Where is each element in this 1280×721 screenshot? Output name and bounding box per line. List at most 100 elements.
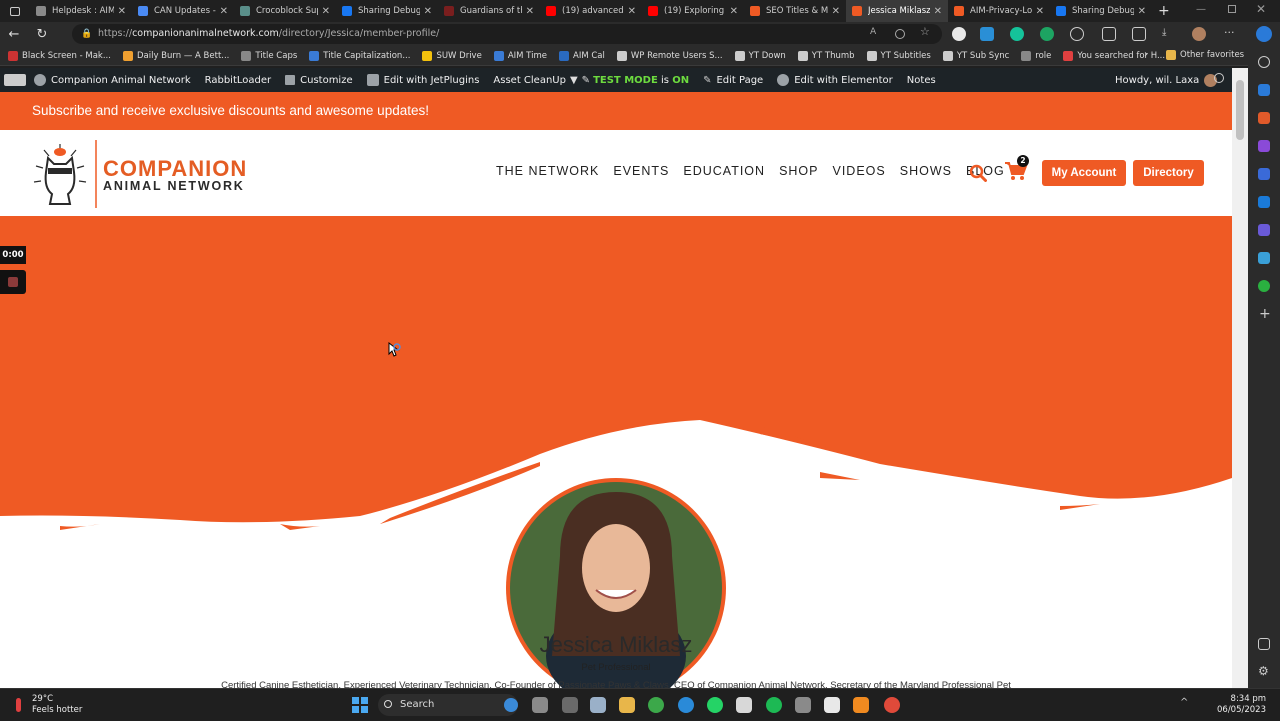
logo-subtitle[interactable]: ANIMAL NETWORK — [103, 179, 245, 193]
slack-icon[interactable] — [736, 697, 752, 713]
promo-banner[interactable]: Subscribe and receive exclusive discount… — [0, 92, 1232, 130]
tab-close-icon[interactable]: ✕ — [628, 6, 636, 17]
edge-icon[interactable] — [678, 697, 694, 713]
whatsapp-icon[interactable] — [707, 697, 723, 713]
browser-tab[interactable]: CAN Updates - ✕ — [132, 0, 234, 22]
bookmark-item[interactable]: role — [1021, 50, 1051, 61]
window-menu-icon[interactable] — [0, 0, 30, 22]
tab-close-icon[interactable]: ✕ — [322, 6, 330, 17]
sidebar-send-icon[interactable] — [1258, 252, 1270, 264]
bookmark-item[interactable]: Title Capitalization... — [309, 50, 410, 61]
wp-site-name[interactable]: Companion Animal Network — [34, 74, 191, 86]
refresh-icon[interactable]: ↻ — [28, 27, 56, 42]
taskbar-search[interactable]: Search — [378, 694, 518, 716]
tab-close-icon[interactable]: ✕ — [1138, 6, 1146, 17]
nav-item[interactable]: VIDEOS — [833, 164, 886, 178]
wp-search-icon[interactable] — [1214, 73, 1224, 83]
tab-close-icon[interactable]: ✕ — [526, 6, 534, 17]
sidebar-outlook-icon[interactable] — [1258, 196, 1270, 208]
sidebar-shopping-icon[interactable] — [1258, 84, 1270, 96]
directory-button[interactable]: Directory — [1133, 160, 1204, 186]
nav-item[interactable]: SHOP — [779, 164, 818, 178]
sidebar-search-icon[interactable] — [1258, 56, 1270, 68]
extension-4-icon[interactable] — [1070, 27, 1084, 41]
browser-tab[interactable]: (19) Exploring H ✕ — [642, 0, 744, 22]
my-account-button[interactable]: My Account — [1042, 160, 1126, 186]
sidebar-layout-icon[interactable] — [1258, 638, 1270, 650]
widgets-icon[interactable] — [562, 697, 578, 713]
new-tab-icon[interactable]: + — [1158, 3, 1170, 19]
task-view-icon[interactable] — [532, 697, 548, 713]
spotify-icon[interactable] — [766, 697, 782, 713]
cat-logo-icon[interactable] — [30, 138, 100, 210]
zoom-icon[interactable] — [895, 29, 905, 39]
bookmark-item[interactable]: YT Sub Sync — [942, 50, 1009, 61]
wp-logo-icon[interactable] — [4, 74, 26, 86]
extension-1-icon[interactable] — [952, 27, 966, 41]
extensions-icon[interactable] — [1102, 27, 1116, 41]
system-tray-chevron-icon[interactable]: ^ — [1180, 697, 1188, 708]
tab-close-icon[interactable]: ✕ — [832, 6, 840, 17]
bookmark-item[interactable]: YT Down — [734, 50, 786, 61]
nav-item[interactable]: SHOWS — [900, 164, 952, 178]
nav-item[interactable]: EVENTS — [613, 164, 669, 178]
weather-widget[interactable]: 29°C Feels hotter — [0, 689, 90, 721]
wp-elementor[interactable]: Edit with Elementor — [777, 74, 893, 86]
sidebar-tree-icon[interactable] — [1258, 280, 1270, 292]
restore-icon[interactable] — [1228, 5, 1236, 13]
sidebar-tools-icon[interactable] — [1258, 112, 1270, 124]
browser-tab[interactable]: Helpdesk : AIM ✕ — [30, 0, 132, 22]
browser-tab[interactable]: Guardians of th ✕ — [438, 0, 540, 22]
bookmark-item[interactable]: AIM Time — [493, 50, 547, 61]
sidebar-games-icon[interactable] — [1258, 140, 1270, 152]
bookmark-item[interactable]: WP Remote Users S... — [616, 50, 723, 61]
tab-close-icon[interactable]: ✕ — [1036, 6, 1044, 17]
page-scrollbar[interactable] — [1232, 68, 1248, 688]
nav-item[interactable]: EDUCATION — [683, 164, 765, 178]
minimize-icon[interactable]: — — [1196, 4, 1206, 15]
bookmark-item[interactable]: Daily Burn — A Bett... — [122, 50, 229, 61]
browser-tab[interactable]: SEO Titles & Me ✕ — [744, 0, 846, 22]
scrollbar-thumb[interactable] — [1236, 80, 1244, 140]
bookmarks-overflow-icon[interactable]: › — [1144, 49, 1148, 60]
app2-icon[interactable] — [824, 697, 840, 713]
browser-tab[interactable]: Sharing Debugg ✕ — [336, 0, 438, 22]
bookmark-item[interactable]: YT Thumb — [797, 50, 855, 61]
wp-asset-cleanup[interactable]: Asset CleanUp — [493, 75, 566, 86]
taskbar-clock[interactable]: 8:34 pm 06/05/2023 — [1214, 694, 1266, 716]
browser-tab[interactable]: Sharing Debugg ✕ — [1050, 0, 1152, 22]
bing-copilot-icon[interactable] — [1256, 26, 1272, 42]
bookmark-item[interactable]: YT Subtitles — [866, 50, 931, 61]
bookmark-item[interactable]: Black Screen - Mak... — [8, 50, 111, 61]
read-aloud-icon[interactable]: A — [870, 27, 884, 41]
downloads-icon[interactable]: ⤓ — [1162, 27, 1176, 41]
wp-edit-page[interactable]: ✎ Edit Page — [703, 75, 763, 86]
browser-tab[interactable]: Crocoblock Sup ✕ — [234, 0, 336, 22]
wp-test-mode[interactable]: ▼ ✎ TEST MODE is ON — [570, 75, 689, 86]
browser-tab[interactable]: Jessica Miklasz ✕ — [846, 0, 948, 22]
back-icon[interactable]: ← — [0, 27, 28, 42]
tab-close-icon[interactable]: ✕ — [424, 6, 432, 17]
file-explorer-icon[interactable] — [619, 697, 635, 713]
browser-tab[interactable]: (19) advanced c ✕ — [540, 0, 642, 22]
sidebar-designer-icon[interactable] — [1258, 224, 1270, 236]
nav-item[interactable]: THE NETWORK — [496, 164, 599, 178]
favorite-star-icon[interactable]: ☆ — [920, 25, 934, 39]
chrome-icon[interactable] — [648, 697, 664, 713]
tab-close-icon[interactable]: ✕ — [220, 6, 228, 17]
sidebar-settings-icon[interactable]: ⚙ — [1258, 664, 1269, 678]
chrome-profile-icon[interactable] — [884, 697, 900, 713]
wp-rabbitloader[interactable]: RabbitLoader — [205, 75, 272, 86]
sidebar-office-icon[interactable] — [1258, 168, 1270, 180]
site-search-icon[interactable] — [969, 164, 987, 182]
wp-jetplugins[interactable]: Edit with JetPlugins — [366, 74, 479, 86]
profile-avatar[interactable] — [1192, 27, 1206, 41]
extension-3-icon[interactable] — [1040, 27, 1054, 41]
tab-close-icon[interactable]: ✕ — [118, 6, 126, 17]
start-windows-icon[interactable] — [352, 697, 368, 713]
browser-tab[interactable]: AIM-Privacy-Log ✕ — [948, 0, 1050, 22]
collections-icon[interactable] — [1132, 27, 1146, 41]
other-favorites[interactable]: Other favorites — [1166, 50, 1244, 60]
calculator-icon[interactable] — [795, 697, 811, 713]
close-window-icon[interactable]: ✕ — [1256, 2, 1266, 16]
